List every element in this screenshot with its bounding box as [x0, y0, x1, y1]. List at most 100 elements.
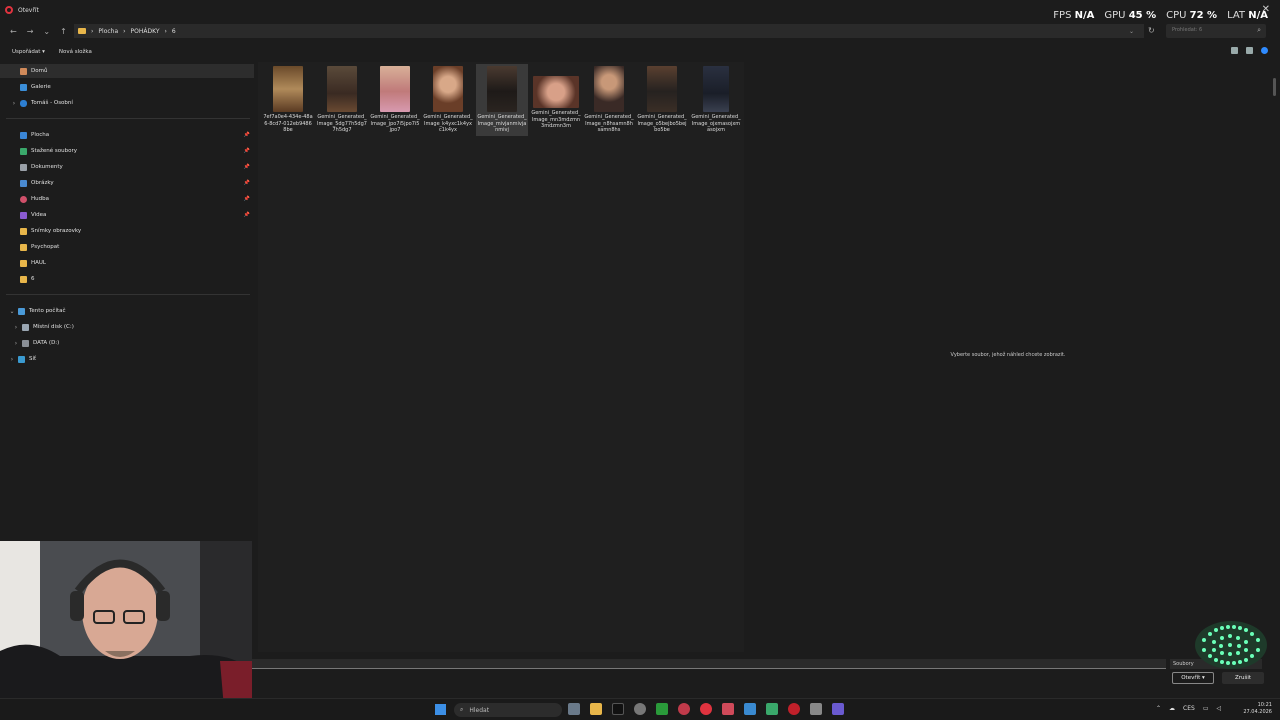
steam-icon[interactable] — [744, 703, 756, 715]
search-input[interactable]: Prohledat: 6 ⌕ — [1166, 24, 1266, 38]
chevron-down-icon[interactable]: ⌄ — [8, 308, 16, 315]
sidebar-item-label: Hudba — [31, 196, 49, 202]
sidebar-item-network[interactable]: › Síť — [0, 352, 254, 366]
sidebar-item-label: Domů — [31, 68, 48, 74]
preview-pane-icon[interactable] — [1246, 47, 1253, 54]
sidebar-item-gallery[interactable]: Galerie — [0, 80, 254, 94]
sidebar-item-onedrive[interactable]: › Tomáš - Osobní — [0, 96, 254, 110]
sidebar-item-label: Obrázky — [31, 180, 54, 186]
breadcrumb-6[interactable]: 6 — [172, 28, 176, 35]
teams-icon[interactable] — [832, 703, 844, 715]
sidebar-item-label: Dokumenty — [31, 164, 63, 170]
opera-gx-icon[interactable] — [722, 703, 734, 715]
sidebar-item-haul[interactable]: HAUL — [0, 256, 254, 270]
sidebar-item-home[interactable]: Domů — [0, 64, 254, 78]
sidebar-item-this-pc[interactable]: ⌄ Tento počítač — [0, 304, 254, 318]
recent-chevron-icon[interactable]: ⌄ — [43, 27, 50, 36]
language-indicator[interactable]: CES — [1183, 705, 1195, 712]
document-icon — [20, 163, 27, 171]
settings-icon[interactable] — [634, 703, 646, 715]
file-item[interactable]: Gemini_Generated_Image_k4yxc1k4yxc1k4yx — [422, 64, 474, 136]
sidebar-item-music[interactable]: Hudba 📌 — [0, 192, 254, 206]
chevron-down-icon[interactable]: ⌄ — [1129, 28, 1134, 35]
chevron-right-icon[interactable]: › — [12, 324, 20, 331]
pin-icon[interactable]: 📌 — [244, 212, 250, 218]
scrollbar[interactable] — [1273, 78, 1276, 96]
file-item[interactable]: Gemini_Generated_Image_mn3mdzmn3mdzmn3m — [530, 64, 582, 136]
app-icon[interactable] — [678, 703, 690, 715]
refresh-icon[interactable]: ↻ — [1148, 26, 1155, 35]
sidebar-item-drive-c[interactable]: › Místní disk (C:) — [0, 320, 254, 334]
file-item[interactable]: Gemini_Generated_Image_n8hsamn8hsamn8hs — [583, 64, 635, 136]
pictures-icon — [20, 179, 27, 187]
file-explorer-icon[interactable] — [590, 703, 602, 715]
sidebar-item-documents[interactable]: Dokumenty 📌 — [0, 160, 254, 174]
folder-icon — [78, 28, 86, 34]
sidebar-item-psychopat[interactable]: Psychopat — [0, 240, 254, 254]
chevron-right-icon[interactable]: › — [12, 340, 20, 347]
opera-icon[interactable] — [788, 703, 800, 715]
sidebar-item-6[interactable]: 6 — [0, 272, 254, 286]
cloud-icon — [20, 99, 27, 107]
new-folder-button[interactable]: Nová složka — [59, 49, 92, 55]
chevron-up-icon[interactable]: ⌃ — [1156, 705, 1161, 712]
view-options-icon[interactable] — [1231, 47, 1238, 54]
file-name: Gemini_Generated_Image_mn3mdzmn3mdzmn3m — [531, 110, 581, 129]
pin-icon[interactable]: 📌 — [244, 196, 250, 202]
chevron-right-icon[interactable]: › — [10, 100, 18, 107]
app-icon[interactable] — [810, 703, 822, 715]
cloud-icon[interactable]: ☁ — [1169, 705, 1175, 712]
sidebar-item-desktop[interactable]: Plocha 📌 — [0, 128, 254, 142]
taskbar-clock[interactable]: 10:21 27.04.2026 — [1238, 702, 1272, 716]
open-button[interactable]: Otevřít ▾ — [1172, 672, 1214, 684]
xbox-icon[interactable] — [656, 703, 668, 715]
organize-button[interactable]: Uspořádat ▾ — [12, 49, 45, 55]
sidebar-item-label: Tento počítač — [29, 308, 66, 314]
sidebar-item-label: Tomáš - Osobní — [31, 100, 73, 106]
sidebar-item-label: Galerie — [31, 84, 51, 90]
breadcrumb-pohadky[interactable]: POHÁDKY — [131, 28, 160, 35]
download-icon — [20, 147, 27, 155]
file-item[interactable]: Gemini_Generated_Image_o5bejbo5bejbo5be — [636, 64, 688, 136]
pin-icon[interactable]: 📌 — [244, 148, 250, 154]
globe-overlay — [1195, 621, 1267, 669]
file-item[interactable]: 7ef7a0e4-434e-48a6-8cd7-012eb94868be — [262, 64, 314, 136]
opera-icon[interactable] — [700, 703, 712, 715]
pin-icon[interactable]: 📌 — [244, 132, 250, 138]
file-name: Gemini_Generated_Image_jpo7i5jpo7i5jpo7 — [370, 114, 420, 133]
sidebar-item-label: Snímky obrazovky — [31, 228, 82, 234]
file-name: Gemini_Generated_Image_n8hsamn8hsamn8hs — [584, 114, 634, 133]
network-icon[interactable]: ▭ — [1203, 705, 1209, 712]
task-view-icon[interactable] — [568, 703, 580, 715]
up-icon[interactable]: ↑ — [60, 27, 67, 36]
taskbar-search[interactable]: ⌕ Hledat — [454, 703, 562, 717]
file-thumbnail — [487, 66, 517, 112]
back-icon[interactable]: ← — [10, 27, 17, 36]
forward-icon[interactable]: → — [27, 27, 34, 36]
windows-start-icon[interactable] — [435, 704, 446, 715]
sidebar-item-pictures[interactable]: Obrázky 📌 — [0, 176, 254, 190]
help-icon[interactable] — [1261, 47, 1268, 54]
pin-icon[interactable]: 📌 — [244, 164, 250, 170]
sidebar-item-drive-d[interactable]: › DATA (D:) — [0, 336, 254, 350]
pin-icon[interactable]: 📌 — [244, 180, 250, 186]
file-thumbnail — [703, 66, 729, 112]
breadcrumb[interactable]: › Plocha › POHÁDKY › 6 ⌄ — [74, 24, 1144, 38]
file-thumbnail — [327, 66, 357, 112]
breadcrumb-plocha[interactable]: Plocha — [98, 28, 118, 35]
sidebar-item-screenshots[interactable]: Snímky obrazovky — [0, 224, 254, 238]
sidebar-item-downloads[interactable]: Stažené soubory 📌 — [0, 144, 254, 158]
filename-input[interactable] — [252, 659, 1166, 669]
volume-icon[interactable]: ◁ — [1217, 705, 1222, 712]
preview-message: Vyberte soubor, jehož náhled chcete zobr… — [950, 352, 1066, 358]
sidebar-item-videos[interactable]: Videa 📌 — [0, 208, 254, 222]
organize-label: Uspořádat — [12, 49, 41, 55]
file-item[interactable]: Gemini_Generated_Image_ojxmasojxmasojxm — [690, 64, 742, 136]
tiktok-icon[interactable] — [612, 703, 624, 715]
cancel-button[interactable]: Zrušit — [1222, 672, 1264, 684]
file-item[interactable]: Gemini_Generated_Image_jpo7i5jpo7i5jpo7 — [369, 64, 421, 136]
app-icon[interactable] — [766, 703, 778, 715]
file-item[interactable]: Gemini_Generated_Image_mivjanmivjanmivj — [476, 64, 528, 136]
file-item[interactable]: Gemini_Generated_Image_5dg77h5dg77h5dg7 — [316, 64, 368, 136]
chevron-right-icon[interactable]: › — [8, 356, 16, 363]
